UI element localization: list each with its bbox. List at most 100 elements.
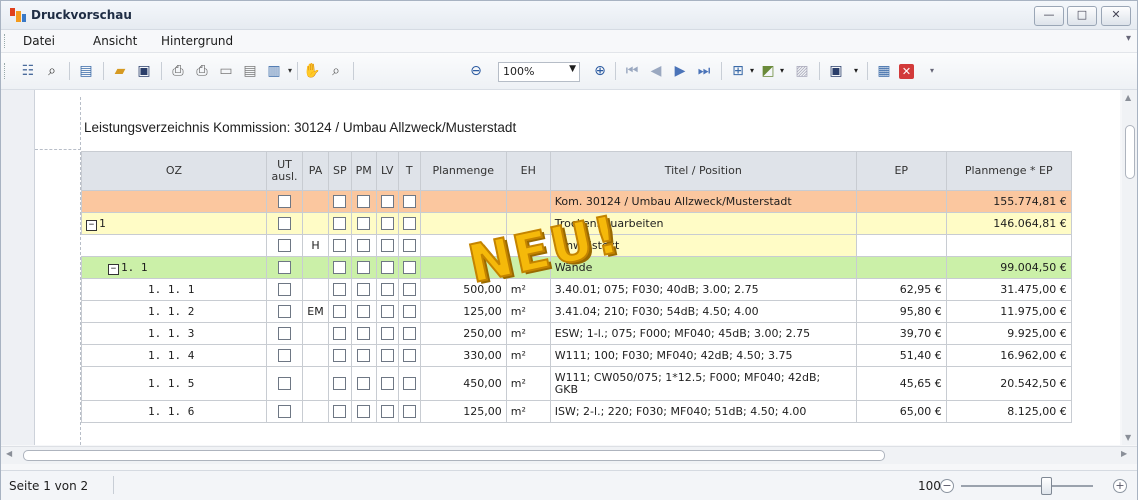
checkbox[interactable] [357, 261, 371, 275]
export-icon[interactable]: ▣ [827, 62, 845, 80]
zoom-in-icon[interactable]: + [1113, 479, 1127, 493]
table-row[interactable]: 1. 1. 3 250,00 m² ESW; 1-l.; 075; F000; … [81, 322, 1072, 345]
checkbox[interactable] [380, 239, 394, 253]
checkbox[interactable] [278, 305, 291, 319]
horizontal-scrollbar[interactable]: ◀ ▶ [1, 446, 1137, 464]
checkbox[interactable] [357, 195, 371, 209]
zoom-in-icon[interactable]: ⊕ [591, 62, 609, 80]
toolbar-overflow-icon[interactable]: ▾ [923, 62, 941, 80]
checkbox[interactable] [357, 305, 371, 319]
checkbox[interactable] [357, 239, 371, 253]
save-icon[interactable]: ▣ [135, 62, 153, 80]
checkbox[interactable] [357, 217, 371, 231]
checkbox[interactable] [380, 349, 394, 363]
hand-tool-icon[interactable]: ✋ [303, 62, 321, 80]
checkbox[interactable] [357, 327, 371, 341]
checkbox[interactable] [402, 261, 416, 275]
checkbox[interactable] [402, 283, 416, 297]
zoom-select[interactable]: 100% ▼ [498, 62, 580, 82]
table-row[interactable]: Kom. 30124 / Umbau Allzweck/Musterstadt … [81, 190, 1072, 213]
table-row[interactable]: 1. 1. 4 330,00 m² W111; 100; F030; MF040… [81, 344, 1072, 367]
scroll-right-icon[interactable]: ▶ [1121, 449, 1127, 458]
watermark-icon[interactable]: ▨ [793, 62, 811, 80]
vertical-scrollbar[interactable]: ▲ ▼ [1122, 90, 1137, 445]
checkbox[interactable] [402, 377, 416, 391]
quick-print-icon[interactable]: ⎙ [193, 62, 211, 80]
page-color-dropdown-icon[interactable]: ▾ [773, 62, 791, 80]
checkbox[interactable] [402, 349, 416, 363]
col-titel[interactable]: Titel / Position [549, 151, 857, 191]
table-row[interactable]: 1. 1. 2 EM 125,00 m² 3.41.04; 210; F030;… [81, 300, 1072, 323]
collapse-icon[interactable]: − [86, 219, 97, 231]
zoom-slider[interactable] [961, 485, 1093, 487]
col-t[interactable]: T [397, 151, 421, 191]
table-row[interactable]: 1. 1. 6 125,00 m² ISW; 2-l.; 220; F030; … [81, 400, 1072, 423]
col-planmenge[interactable]: Planmenge [419, 151, 507, 191]
toolbar-grip-icon[interactable] [4, 63, 8, 79]
checkbox[interactable] [380, 217, 394, 231]
checkbox[interactable] [380, 261, 394, 275]
col-ut-ausl[interactable]: UT ausl. [266, 151, 303, 191]
preview-area[interactable]: Leistungsverzeichnis Kommission: 30124 /… [1, 90, 1120, 445]
find-icon[interactable]: ⌕ [43, 62, 61, 80]
checkbox[interactable] [380, 405, 394, 419]
checkbox[interactable] [278, 327, 291, 341]
last-page-icon[interactable]: ⏭ [695, 62, 713, 80]
checkbox[interactable] [380, 377, 394, 391]
horizontal-scroll-thumb[interactable] [23, 450, 885, 461]
menu-overflow-icon[interactable]: ▾ [1126, 33, 1131, 44]
checkbox[interactable] [357, 377, 371, 391]
checkbox[interactable] [402, 327, 416, 341]
document-map-icon[interactable]: ☷ [19, 62, 37, 80]
checkbox[interactable] [278, 195, 291, 209]
table-row[interactable]: 1. 1. 1 500,00 m² 3.40.01; 075; F030; 40… [81, 278, 1072, 301]
scroll-down-icon[interactable]: ▼ [1125, 433, 1131, 442]
checkbox[interactable] [333, 239, 347, 253]
checkbox[interactable] [357, 405, 371, 419]
magnifier-icon[interactable]: ⌕ [327, 62, 345, 80]
print-dialog-icon[interactable]: ⎙ [169, 62, 187, 80]
scroll-left-icon[interactable]: ◀ [6, 449, 12, 458]
checkbox[interactable] [380, 195, 394, 209]
grip-icon[interactable] [4, 34, 8, 48]
checkbox[interactable] [333, 305, 347, 319]
checkbox[interactable] [402, 405, 416, 419]
close-preview-icon[interactable]: ✕ [899, 64, 914, 79]
checkbox[interactable] [278, 349, 291, 363]
checkbox[interactable] [402, 217, 416, 231]
checkbox[interactable] [402, 305, 416, 319]
zoom-out-icon[interactable]: − [940, 479, 954, 493]
checkbox[interactable] [333, 377, 347, 391]
send-email-icon[interactable]: ▦ [875, 62, 893, 80]
checkbox[interactable] [380, 283, 394, 297]
checkbox[interactable] [278, 261, 291, 275]
scroll-up-icon[interactable]: ▲ [1125, 93, 1131, 102]
checkbox[interactable] [278, 377, 291, 391]
zoom-out-icon[interactable]: ⊖ [467, 62, 485, 80]
header-footer-icon[interactable]: ▤ [241, 62, 259, 80]
vertical-scroll-thumb[interactable] [1125, 125, 1135, 179]
checkbox[interactable] [402, 239, 416, 253]
checkbox[interactable] [333, 217, 347, 231]
checkbox[interactable] [357, 349, 371, 363]
checkbox[interactable] [278, 283, 291, 297]
checkbox[interactable] [333, 261, 347, 275]
previous-page-icon[interactable]: ◀ [647, 62, 665, 80]
menu-hintergrund[interactable]: Hintergrund [161, 34, 233, 48]
next-page-icon[interactable]: ▶ [671, 62, 689, 80]
minimize-button[interactable]: — [1034, 6, 1064, 26]
zoom-slider-thumb[interactable] [1041, 477, 1052, 495]
col-oz[interactable]: OZ [81, 151, 267, 191]
checkbox[interactable] [278, 405, 291, 419]
checkbox[interactable] [333, 349, 347, 363]
col-planmenge-ep[interactable]: Planmenge * EP [945, 151, 1072, 191]
table-row[interactable]: 1. 1. 5 450,00 m² W111; CW050/075; 1*12.… [81, 366, 1072, 401]
menu-ansicht[interactable]: Ansicht [93, 34, 137, 48]
col-pm[interactable]: PM [350, 151, 377, 191]
collapse-icon[interactable]: − [108, 263, 119, 275]
checkbox[interactable] [380, 327, 394, 341]
checkbox[interactable] [333, 283, 347, 297]
menu-datei[interactable]: Datei [23, 34, 55, 48]
checkbox[interactable] [380, 305, 394, 319]
export-dropdown-icon[interactable]: ▾ [847, 62, 865, 80]
